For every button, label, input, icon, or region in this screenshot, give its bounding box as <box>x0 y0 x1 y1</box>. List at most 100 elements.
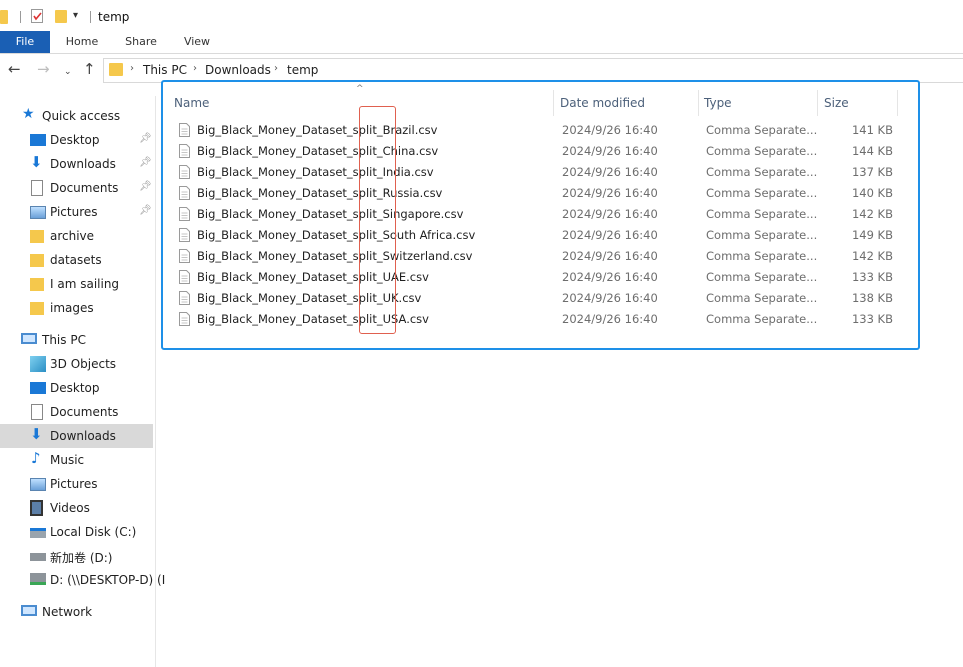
nav-item-local-disk-c[interactable]: Local Disk (C:) <box>0 520 153 544</box>
nav-item-videos[interactable]: Videos <box>0 496 153 520</box>
file-type: Comma Separate... <box>706 123 818 137</box>
file-row[interactable]: Big_Black_Money_Dataset_split_China.csv 2… <box>173 141 903 162</box>
forward-arrow-icon[interactable]: → <box>37 61 50 77</box>
file-row[interactable]: Big_Black_Money_Dataset_split_South Afri… <box>173 225 903 246</box>
file-name[interactable]: Big_Black_Money_Dataset_split_South Afri… <box>197 228 475 242</box>
pin-icon[interactable]: 📌︎ <box>139 181 152 192</box>
file-name[interactable]: Big_Black_Money_Dataset_split_Brazil.csv <box>197 123 437 137</box>
file-name[interactable]: Big_Black_Money_Dataset_split_Singapore.… <box>197 207 463 221</box>
file-row[interactable]: Big_Black_Money_Dataset_split_UAE.csv 202… <box>173 267 903 288</box>
back-arrow-icon[interactable]: ← <box>8 61 21 77</box>
file-row[interactable]: Big_Black_Money_Dataset_split_Russia.csv… <box>173 183 903 204</box>
nav-item-3d-objects[interactable]: 3D Objects <box>0 352 153 376</box>
nav-label: Desktop <box>50 381 100 395</box>
csv-file-icon <box>179 291 190 305</box>
up-arrow-icon[interactable]: ↑ <box>83 61 96 77</box>
pin-icon[interactable]: 📌︎ <box>139 133 152 144</box>
new-folder-icon[interactable] <box>55 10 67 23</box>
file-type: Comma Separate... <box>706 186 818 200</box>
file-type: Comma Separate... <box>706 228 818 242</box>
folder-icon <box>109 63 123 76</box>
file-type: Comma Separate... <box>706 165 818 179</box>
nav-label: images <box>50 301 94 315</box>
nav-label: D: (\\DESKTOP-D) (I <box>50 573 166 587</box>
file-row[interactable]: Big_Black_Money_Dataset_split_Singapore.… <box>173 204 903 225</box>
chevron-right-icon[interactable]: › <box>274 63 278 74</box>
nav-item-music[interactable]: ♪ Music <box>0 448 153 472</box>
column-divider[interactable] <box>817 90 818 116</box>
ribbon-tabs: File Home Share View <box>0 31 963 54</box>
documents-icon <box>31 180 43 196</box>
column-header-type[interactable]: Type <box>704 96 732 110</box>
file-date-modified: 2024/9/26 16:40 <box>562 123 658 137</box>
downloads-icon: ⬇ <box>30 425 43 443</box>
file-type: Comma Separate... <box>706 249 818 263</box>
nav-item-i-am-sailing[interactable]: I am sailing <box>0 272 153 296</box>
nav-item-desktop[interactable]: Desktop 📌︎ <box>0 128 153 152</box>
nav-item-datasets[interactable]: datasets <box>0 248 153 272</box>
file-name[interactable]: Big_Black_Money_Dataset_split_India.csv <box>197 165 434 179</box>
breadcrumb-this-pc[interactable]: This PC <box>143 63 187 77</box>
file-size: 133 KB <box>851 312 893 326</box>
file-row[interactable]: Big_Black_Money_Dataset_split_Switzerlan… <box>173 246 903 267</box>
nav-item-downloads[interactable]: ⬇ Downloads 📌︎ <box>0 152 153 176</box>
file-size: 144 KB <box>851 144 893 158</box>
file-size: 141 KB <box>851 123 893 137</box>
nav-item-desktop-pc[interactable]: Desktop <box>0 376 153 400</box>
column-header-name[interactable]: Name <box>174 96 209 110</box>
nav-label: Downloads <box>50 429 116 443</box>
nav-network[interactable]: Network <box>0 600 153 624</box>
breadcrumb-temp[interactable]: temp <box>287 63 318 77</box>
chevron-right-icon[interactable]: › <box>193 63 197 74</box>
column-header-size[interactable]: Size <box>824 96 849 110</box>
file-type: Comma Separate... <box>706 207 818 221</box>
column-divider[interactable] <box>698 90 699 116</box>
file-date-modified: 2024/9/26 16:40 <box>562 144 658 158</box>
tab-share[interactable]: Share <box>118 31 164 53</box>
customize-toolbar-arrow-icon[interactable]: ▾ <box>73 10 78 21</box>
file-row[interactable]: Big_Black_Money_Dataset_split_UK.csv 2024… <box>173 288 903 309</box>
file-name[interactable]: Big_Black_Money_Dataset_split_China.csv <box>197 144 438 158</box>
nav-label: Downloads <box>50 157 116 171</box>
nav-item-archive[interactable]: archive <box>0 224 153 248</box>
folder-icon <box>0 10 8 24</box>
file-date-modified: 2024/9/26 16:40 <box>562 249 658 263</box>
tab-home[interactable]: Home <box>58 31 106 53</box>
pin-icon[interactable]: 📌︎ <box>139 157 152 168</box>
column-header-date[interactable]: Date modified <box>560 96 645 110</box>
nav-item-downloads-pc[interactable]: ⬇ Downloads <box>0 424 153 448</box>
tab-file[interactable]: File <box>0 31 50 53</box>
file-date-modified: 2024/9/26 16:40 <box>562 291 658 305</box>
tab-view[interactable]: View <box>176 31 218 53</box>
file-name[interactable]: Big_Black_Money_Dataset_split_Switzerlan… <box>197 249 472 263</box>
column-divider[interactable] <box>897 90 898 116</box>
title-bar: ▾ temp <box>0 0 963 31</box>
file-row[interactable]: Big_Black_Money_Dataset_split_India.csv 2… <box>173 162 903 183</box>
nav-item-documents-pc[interactable]: Documents <box>0 400 153 424</box>
nav-item-network-drive-d[interactable]: D: (\\DESKTOP-D) (I <box>0 568 165 592</box>
documents-icon <box>31 404 43 420</box>
nav-item-images[interactable]: images <box>0 296 153 320</box>
properties-check-icon[interactable] <box>31 9 43 23</box>
nav-quick-access[interactable]: ★ Quick access <box>0 104 153 128</box>
file-date-modified: 2024/9/26 16:40 <box>562 312 658 326</box>
recent-locations-chevron-icon[interactable]: ⌄ <box>64 64 72 80</box>
file-size: 149 KB <box>851 228 893 242</box>
nav-item-pictures[interactable]: Pictures 📌︎ <box>0 200 153 224</box>
pictures-icon <box>30 478 46 491</box>
nav-item-pictures-pc[interactable]: Pictures <box>0 472 153 496</box>
file-size: 142 KB <box>851 207 893 221</box>
column-divider[interactable] <box>553 90 554 116</box>
chevron-right-icon[interactable]: › <box>130 63 134 74</box>
nav-item-documents[interactable]: Documents 📌︎ <box>0 176 153 200</box>
file-name[interactable]: Big_Black_Money_Dataset_split_Russia.csv <box>197 186 442 200</box>
pin-icon[interactable]: 📌︎ <box>139 205 152 216</box>
file-row[interactable]: Big_Black_Money_Dataset_split_USA.csv 202… <box>173 309 903 330</box>
nav-label: Documents <box>50 181 119 195</box>
nav-item-drive-d[interactable]: 新加卷 (D:) <box>0 544 153 568</box>
breadcrumb-downloads[interactable]: Downloads <box>205 63 271 77</box>
nav-label: Local Disk (C:) <box>50 525 137 539</box>
nav-this-pc[interactable]: This PC <box>0 328 153 352</box>
navigation-pane: ★ Quick access Desktop 📌︎ ⬇ Downloads 📌︎… <box>0 96 165 667</box>
file-row[interactable]: Big_Black_Money_Dataset_split_Brazil.csv… <box>173 120 903 141</box>
